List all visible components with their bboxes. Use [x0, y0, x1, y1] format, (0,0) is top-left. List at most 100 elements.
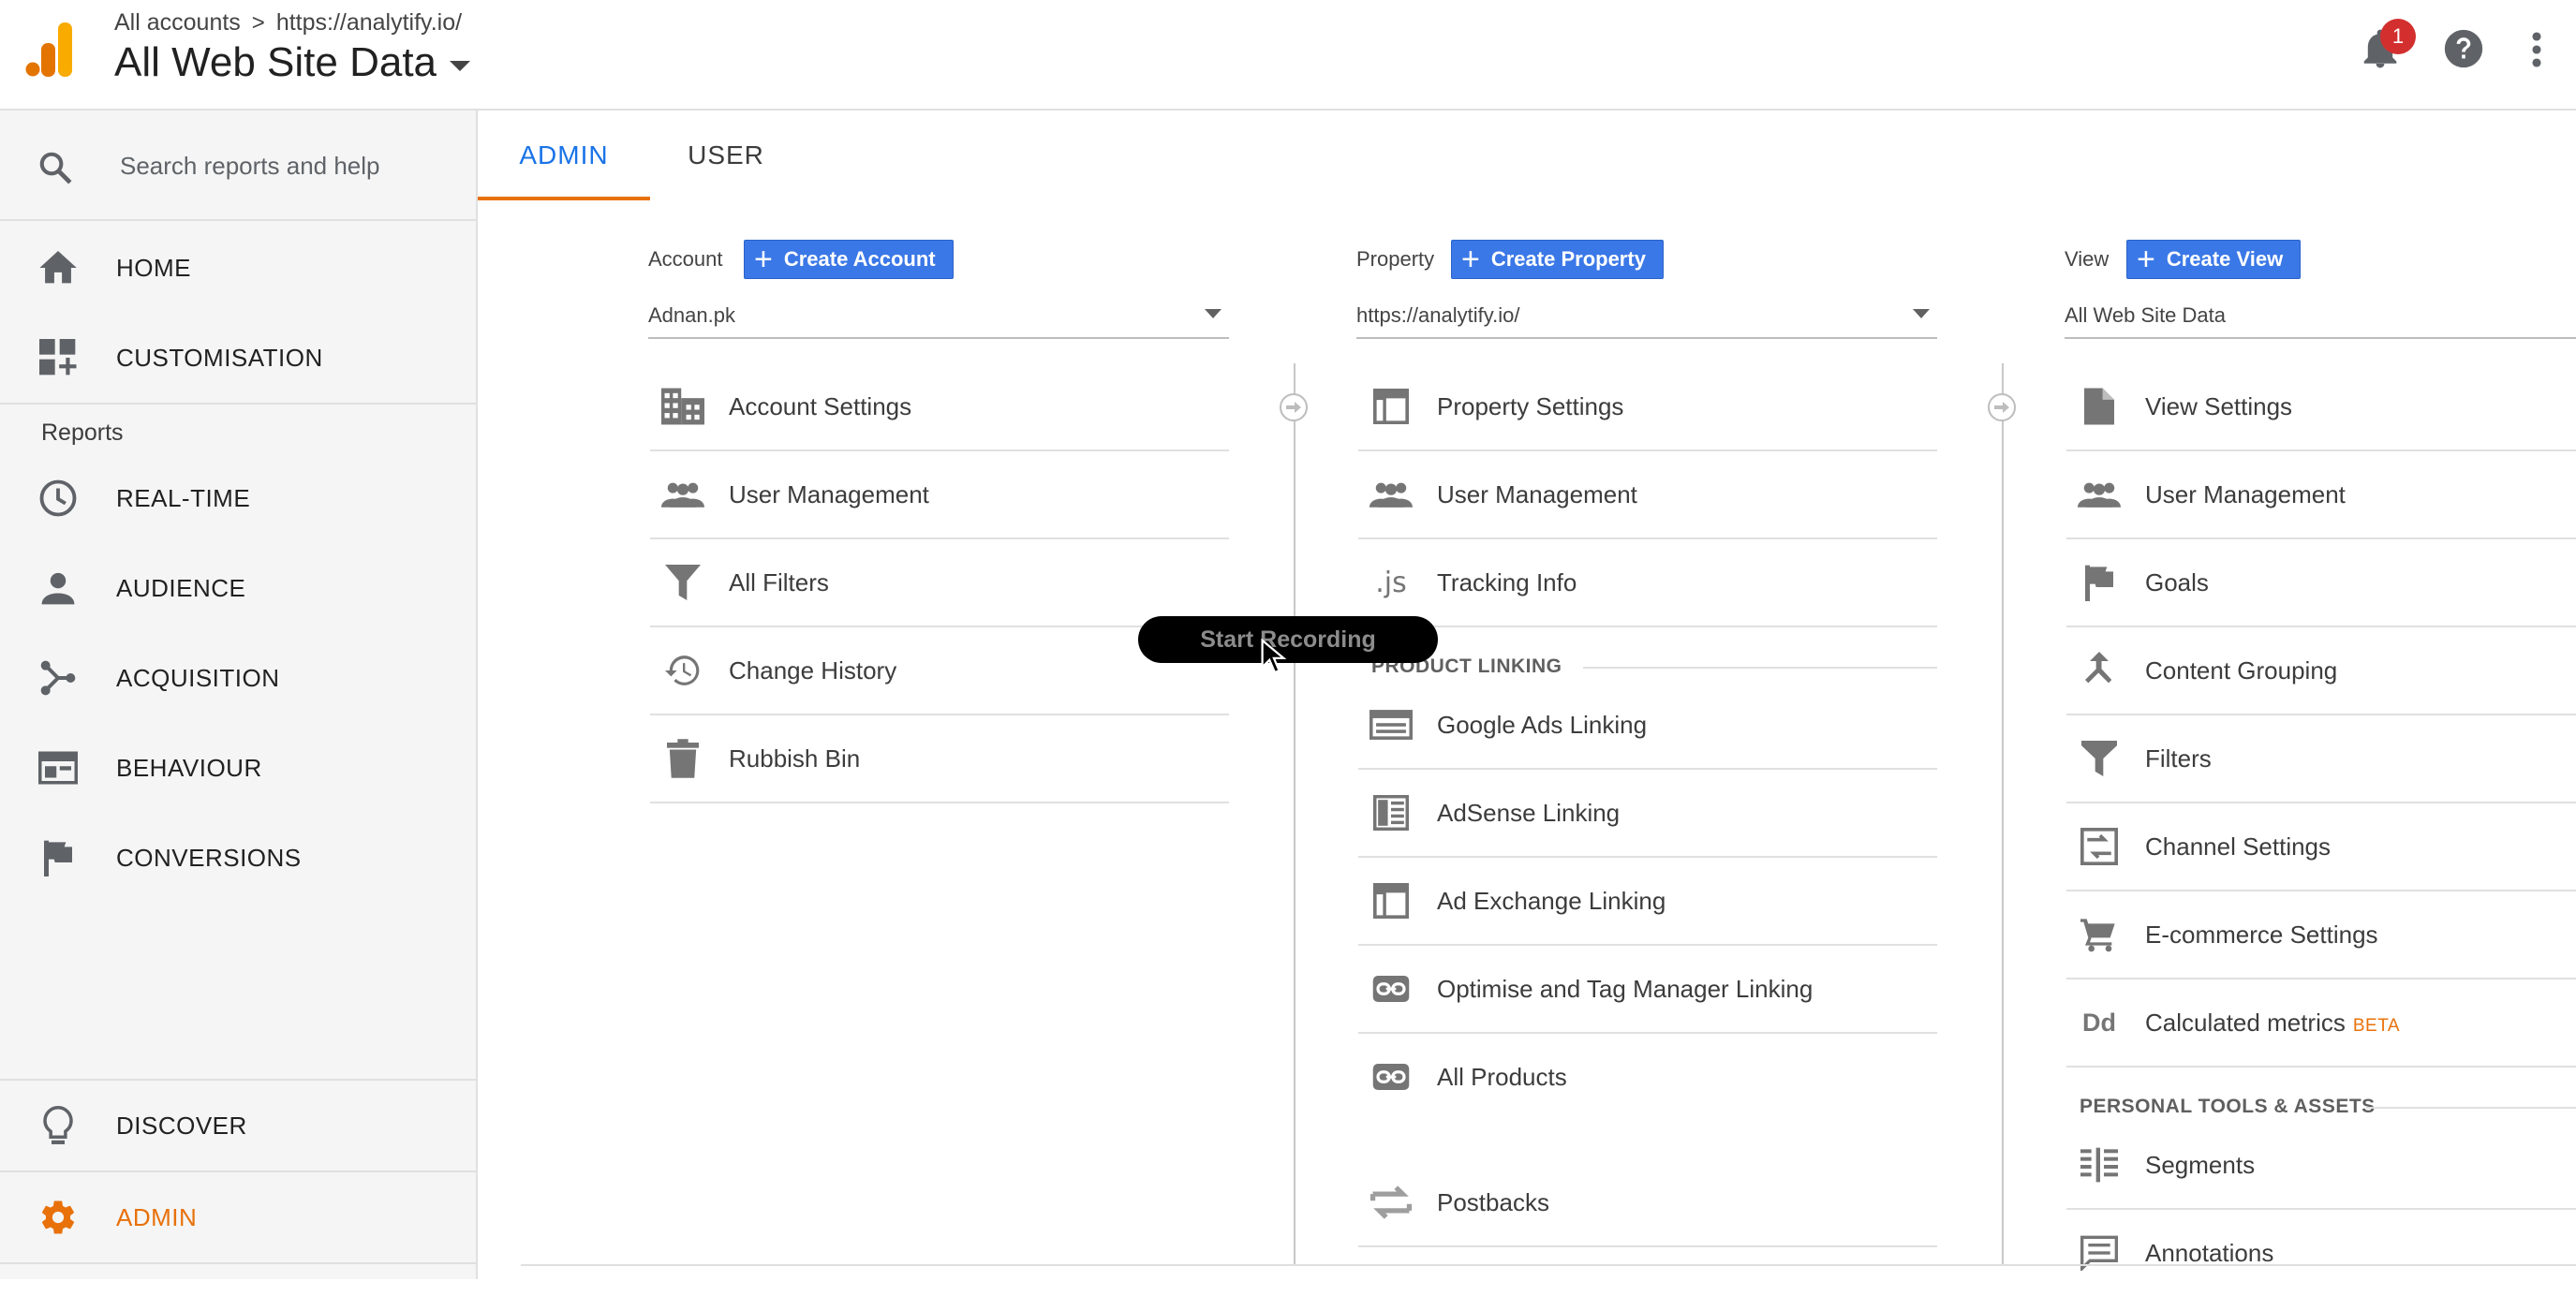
view-title: All Web Site Data — [114, 39, 437, 85]
create-view-label: Create View — [2166, 247, 2284, 271]
menu-item-label: Annotations — [2145, 1238, 2274, 1267]
rubbish-bin-item[interactable]: Rubbish Bin — [650, 715, 1229, 803]
sidebar-item-customisation[interactable]: CUSTOMISATION — [0, 313, 476, 403]
lightbulb-icon — [37, 1105, 79, 1146]
sidebar-item-home[interactable]: HOME — [0, 223, 476, 313]
menu-item-label: All Filters — [729, 567, 829, 596]
filter-icon — [2078, 737, 2121, 780]
active-tab-indicator — [478, 197, 650, 200]
goals-item[interactable]: Goals — [2066, 539, 2576, 627]
sidebar-item-realtime[interactable]: REAL-TIME — [0, 453, 476, 543]
tracking-info-item[interactable]: .js Tracking Info — [1358, 539, 1937, 627]
flag-icon — [2078, 561, 2121, 604]
property-selector[interactable]: https://analytify.io/ — [1356, 294, 1937, 339]
menu-item-label: AdSense Linking — [1437, 798, 1621, 827]
breadcrumb-all-accounts[interactable]: All accounts — [114, 9, 241, 37]
person-icon — [37, 567, 79, 609]
plus-icon: + — [2137, 242, 2155, 277]
tab-admin[interactable]: ADMIN — [478, 110, 650, 200]
view-selector[interactable]: All Web Site Data — [114, 39, 471, 86]
all-products-item[interactable]: All Products — [1358, 1034, 1937, 1120]
property-column-label: Property — [1356, 247, 1435, 271]
link-icon — [1369, 967, 1413, 1010]
menu-item-label: Content Grouping — [2145, 655, 2338, 685]
google-ads-linking-item[interactable]: Google Ads Linking — [1358, 682, 1937, 770]
sidebar-item-acquisition[interactable]: ACQUISITION — [0, 633, 476, 723]
view-selector[interactable]: All Web Site Data — [2065, 294, 2576, 339]
reports-heading: Reports — [41, 420, 124, 446]
create-property-button[interactable]: + Create Property — [1451, 240, 1664, 279]
view-settings-item[interactable]: View Settings — [2066, 363, 2576, 451]
menu-item-label: User Management — [729, 479, 929, 508]
building-icon — [661, 385, 704, 428]
ad-exchange-linking-item[interactable]: Ad Exchange Linking — [1358, 858, 1937, 946]
property-selected-value: https://analytify.io/ — [1356, 303, 1520, 327]
dd-metrics-icon: Dd — [2082, 1008, 2116, 1037]
sidebar-item-behaviour[interactable]: BEHAVIOUR — [0, 723, 476, 813]
segments-item[interactable]: Segments — [2066, 1122, 2576, 1210]
menu-item-label: Segments — [2145, 1150, 2256, 1179]
column-divider — [2002, 363, 2004, 1264]
sidebar-item-label: ADMIN — [116, 1202, 198, 1231]
optimise-tag-manager-linking-item[interactable]: Optimise and Tag Manager Linking — [1358, 946, 1937, 1034]
content-grouping-item[interactable]: Content Grouping — [2066, 627, 2576, 715]
clock-icon — [37, 478, 79, 519]
postbacks-item[interactable]: Postbacks — [1358, 1159, 1937, 1247]
adsense-icon — [1369, 791, 1413, 834]
property-user-management-item[interactable]: User Management — [1358, 451, 1937, 539]
analytics-logo[interactable] — [24, 22, 77, 77]
view-user-management-item[interactable]: User Management — [2066, 451, 2576, 539]
sidebar-item-conversions[interactable]: CONVERSIONS — [0, 813, 476, 903]
breadcrumb: All accounts > https://analytify.io/ — [114, 9, 462, 37]
sidebar-item-audience[interactable]: AUDIENCE — [0, 543, 476, 633]
sidebar-item-discover[interactable]: DISCOVER — [0, 1081, 476, 1171]
property-layout-icon — [1369, 385, 1413, 428]
help-icon[interactable] — [2443, 28, 2484, 69]
create-account-button[interactable]: + Create Account — [744, 240, 954, 279]
people-icon — [1369, 473, 1413, 516]
calculated-metrics-item[interactable]: Dd Calculated metrics BETA — [2066, 979, 2576, 1068]
menu-item-label: Rubbish Bin — [729, 744, 861, 773]
sidebar-item-label: BEHAVIOUR — [116, 753, 262, 782]
arrow-right-icon — [1280, 393, 1308, 421]
calculated-metrics-label: Calculated metrics — [2145, 1008, 2346, 1037]
more-vert-icon[interactable] — [2525, 30, 2548, 69]
create-view-button[interactable]: + Create View — [2126, 240, 2302, 279]
breadcrumb-property[interactable]: https://analytify.io/ — [276, 9, 462, 37]
dashboard-customise-icon — [37, 337, 79, 378]
ecommerce-settings-item[interactable]: E-commerce Settings — [2066, 891, 2576, 979]
all-filters-item[interactable]: All Filters — [650, 539, 1229, 627]
gear-icon — [37, 1197, 79, 1238]
tab-user[interactable]: USER — [656, 110, 796, 200]
caret-down-icon — [450, 60, 471, 71]
menu-item-label: Change History — [729, 655, 897, 685]
menu-item-label: Google Ads Linking — [1437, 710, 1648, 739]
channel-settings-item[interactable]: Channel Settings — [2066, 803, 2576, 891]
sidebar-item-admin[interactable]: ADMIN — [0, 1172, 476, 1262]
menu-item-label: Goals — [2145, 567, 2209, 596]
annotations-item[interactable]: Annotations — [2066, 1210, 2576, 1296]
sidebar: Search reports and help HOME CUSTOMISATI… — [0, 110, 478, 1279]
search-bar[interactable]: Search reports and help — [0, 110, 476, 221]
flag-icon — [37, 837, 79, 878]
start-recording-button[interactable]: Start Recording — [1138, 616, 1438, 663]
view-selected-value: All Web Site Data — [2065, 303, 2227, 327]
js-icon: .js — [1375, 566, 1407, 599]
beta-badge: BETA — [2352, 1015, 2401, 1036]
account-user-management-item[interactable]: User Management — [650, 451, 1229, 539]
adsense-linking-item[interactable]: AdSense Linking — [1358, 770, 1937, 858]
property-settings-item[interactable]: Property Settings — [1358, 363, 1937, 451]
search-input[interactable]: Search reports and help — [120, 152, 380, 181]
menu-item-label: Filters — [2145, 744, 2212, 773]
menu-item-label: Channel Settings — [2145, 832, 2332, 861]
menu-item-label: Postbacks — [1437, 1187, 1549, 1216]
account-settings-item[interactable]: Account Settings — [650, 363, 1229, 451]
filter-icon — [661, 561, 704, 604]
sidebar-item-label: REAL-TIME — [116, 483, 251, 512]
personal-tools-heading: PERSONAL TOOLS & ASSETS — [2080, 1096, 2376, 1117]
menu-item-label: E-commerce Settings — [2145, 920, 2378, 949]
view-filters-item[interactable]: Filters — [2066, 715, 2576, 803]
people-icon — [661, 473, 704, 516]
account-selector[interactable]: Adnan.pk — [648, 294, 1229, 339]
dropdown-arrow-icon — [1205, 309, 1221, 318]
